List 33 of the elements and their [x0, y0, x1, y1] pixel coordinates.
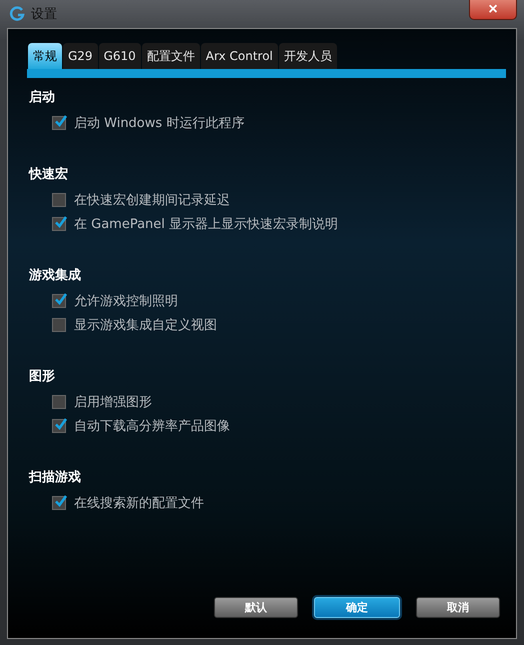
checkbox-label: 显示游戏集成自定义视图 [74, 317, 217, 334]
checkbox-label: 自动下载高分辨率产品图像 [74, 418, 230, 435]
checkbox-label: 允许游戏控制照明 [74, 293, 178, 310]
section-title: 快速宏 [29, 166, 69, 183]
tab[interactable]: G610 [98, 43, 141, 69]
section-title: 扫描游戏 [29, 469, 82, 486]
checkbox-label: 在 GamePanel 显示器上显示快速宏录制说明 [74, 216, 338, 233]
checkbox-label: 启用增强图形 [74, 394, 152, 411]
checkbox[interactable] [52, 294, 66, 308]
tab[interactable]: 开发人员 [278, 43, 337, 69]
section-title: 启动 [29, 88, 56, 106]
checkbox[interactable] [52, 193, 66, 207]
dialog-button[interactable]: 取消 [416, 597, 500, 618]
window-title: 设置 [31, 6, 57, 23]
checkbox[interactable] [52, 419, 66, 433]
checkbox[interactable] [52, 217, 66, 231]
checkbox[interactable] [52, 318, 66, 332]
tab[interactable]: 常规 [28, 43, 62, 69]
tab[interactable]: Arx Control [200, 43, 278, 69]
checkbox[interactable] [52, 116, 66, 130]
checkbox-label: 在线搜索新的配置文件 [74, 495, 204, 512]
checkbox[interactable] [52, 496, 66, 510]
checkbox[interactable] [52, 395, 66, 409]
dialog-button[interactable]: 默认 [214, 597, 298, 618]
close-button[interactable]: × [469, 0, 517, 20]
logo-icon [9, 6, 25, 22]
section-title: 游戏集成 [29, 267, 82, 284]
dialog-button[interactable]: 确定 [314, 597, 400, 618]
tab[interactable]: G29 [63, 43, 98, 69]
section-title: 图形 [29, 368, 56, 385]
checkbox-label: 启动 Windows 时运行此程序 [74, 115, 244, 132]
tab[interactable]: 配置文件 [142, 43, 200, 69]
checkbox-label: 在快速宏创建期间记录延迟 [74, 192, 230, 209]
